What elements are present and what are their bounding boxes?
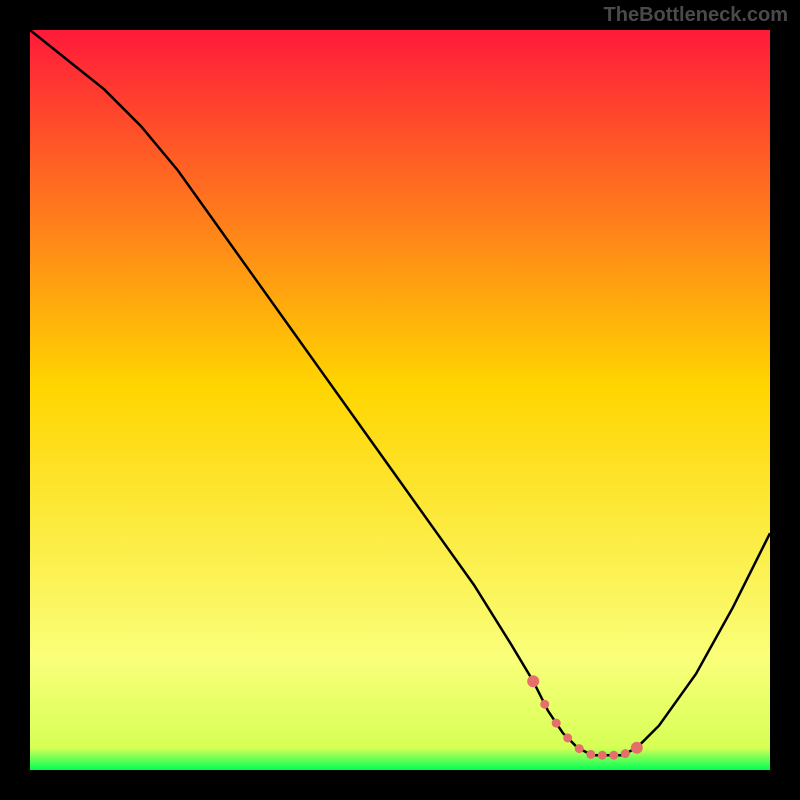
optimal-marker [586, 750, 595, 759]
gradient-background [30, 30, 770, 770]
optimal-marker [540, 700, 549, 709]
optimal-marker [575, 744, 584, 753]
optimal-marker [631, 742, 643, 754]
plot-area [30, 30, 770, 770]
chart-svg [30, 30, 770, 770]
optimal-marker [609, 751, 618, 760]
chart-container: TheBottleneck.com [0, 0, 800, 800]
optimal-marker [621, 749, 630, 758]
optimal-marker [598, 751, 607, 760]
optimal-marker [552, 719, 561, 728]
optimal-marker [527, 675, 539, 687]
optimal-marker [563, 733, 572, 742]
watermark-text: TheBottleneck.com [604, 4, 788, 27]
